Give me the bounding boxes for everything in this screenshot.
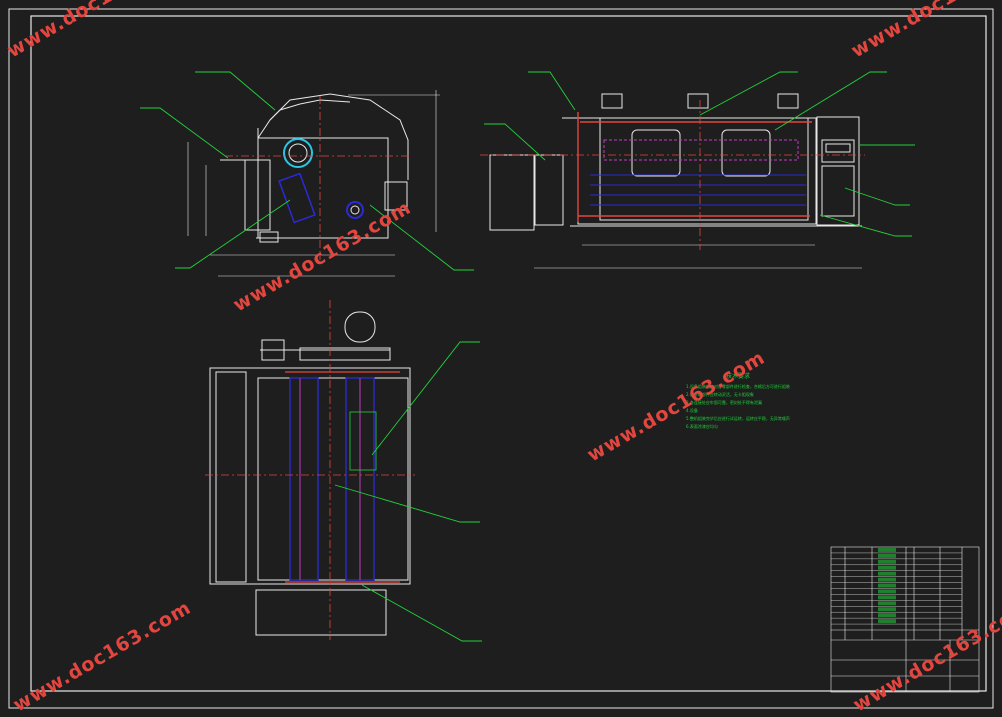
parts-list-material-cell <box>878 583 896 588</box>
parts-list-material-cell <box>878 565 896 570</box>
parts-list-material-cell <box>878 619 896 624</box>
front-view-centerlines <box>225 96 410 260</box>
front-view-leaders <box>140 71 474 271</box>
notes-line: 6.表面涂漆应均匀 <box>686 423 718 429</box>
parts-list-material-cell <box>878 601 896 606</box>
outer-frame <box>8 8 994 709</box>
plan-view-colored-lines <box>205 300 415 640</box>
watermark-text: www.doc163.com <box>230 196 416 316</box>
parts-list-material-cell <box>878 571 896 576</box>
parts-list-material-cell <box>878 577 896 582</box>
watermarks: www.doc163.com www.doc163.com www.doc163… <box>4 0 1002 716</box>
parts-list-material-cell <box>878 607 896 612</box>
watermark-text: www.doc163.com <box>584 346 770 466</box>
parts-list-material-cell <box>878 559 896 564</box>
watermark-text: www.doc163.com <box>10 596 196 716</box>
parts-list-rows <box>831 548 962 625</box>
side-view-colored-lines <box>480 100 865 250</box>
plan-view <box>209 311 411 636</box>
parts-list-material-cell <box>878 589 896 594</box>
parts-list-material-cell <box>878 613 896 618</box>
side-view-leaders <box>484 71 915 237</box>
notes-line: 5.整机组装完毕后应进行试运转，运转应平稳，无异常噪声 <box>686 415 790 421</box>
parts-list-material-cell <box>878 553 896 558</box>
parts-list-material-cell <box>878 595 896 600</box>
parts-list-material-cell <box>878 548 896 552</box>
side-view <box>489 93 862 269</box>
cad-drawing-canvas: 技术要求 1.设备组装前应对各零部件进行检查，合格后方可进行组装 2.各转动部件… <box>4 0 1002 716</box>
